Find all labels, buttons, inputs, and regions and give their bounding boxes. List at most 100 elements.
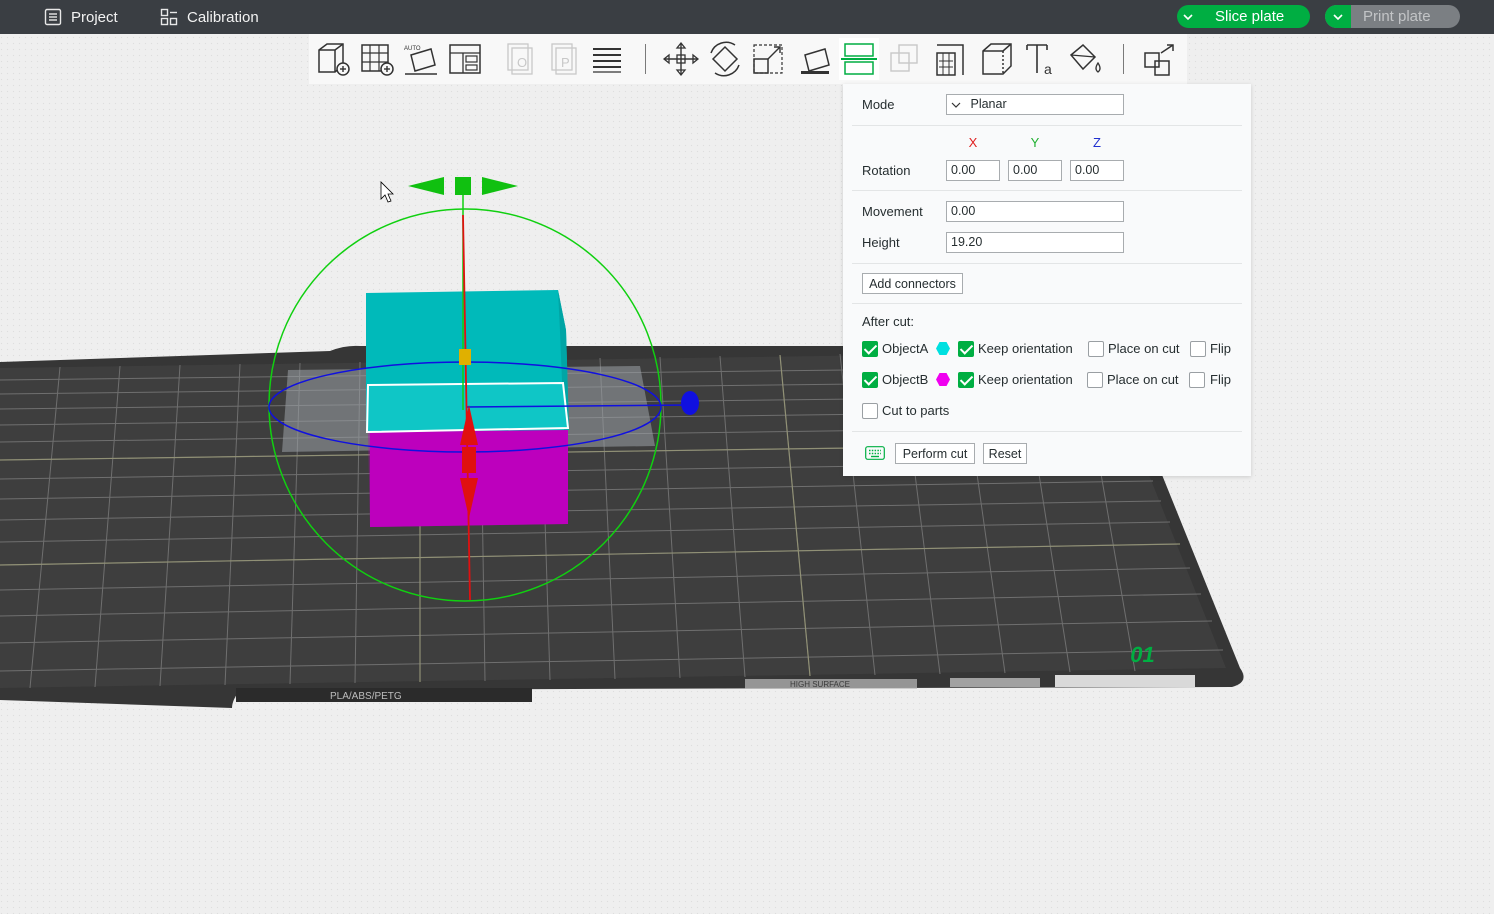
- mesh-boolean-tool[interactable]: [885, 38, 925, 80]
- flip-label: Flip: [1210, 341, 1231, 356]
- text-tool[interactable]: a: [1021, 38, 1061, 80]
- svg-text:AUTO: AUTO: [404, 46, 421, 52]
- axis-x-label: X: [968, 135, 978, 150]
- object-a-flip-checkbox[interactable]: [1190, 341, 1206, 357]
- height-field[interactable]: 19.20: [946, 232, 1124, 253]
- movement-label: Movement: [862, 204, 923, 219]
- paste-icon: O: [507, 43, 533, 75]
- object-b-keep-orientation-checkbox[interactable]: [958, 372, 974, 388]
- place-on-cut-label: Place on cut: [1107, 372, 1179, 387]
- assembly-tool[interactable]: [1139, 38, 1179, 80]
- cut-tool[interactable]: [839, 38, 879, 80]
- divider: [852, 263, 1242, 264]
- rotation-z-field[interactable]: 0.00: [1070, 160, 1124, 181]
- top-bar: Project Calibration Slice plate Print pl…: [0, 0, 1494, 34]
- layers-tool[interactable]: [587, 38, 627, 80]
- 3d-viewport[interactable]: PLA/ABS/PETG HIGH SURFACE 01: [0, 34, 1494, 914]
- svg-text:O: O: [517, 55, 527, 70]
- cut-to-parts-label: Cut to parts: [882, 403, 950, 418]
- object-a-color-icon: [936, 342, 950, 355]
- rotate-tool[interactable]: [705, 38, 745, 80]
- cut-icon: [841, 43, 877, 75]
- axis-z-label: Z: [1093, 135, 1101, 150]
- print-plate-button[interactable]: Print plate: [1325, 5, 1460, 28]
- svg-text:P: P: [561, 55, 570, 70]
- rotation-label: Rotation: [862, 163, 911, 178]
- chevron-down-icon: [951, 95, 967, 114]
- mode-select[interactable]: Planar: [946, 94, 1124, 115]
- object-a-keep-orientation-checkbox[interactable]: [958, 341, 974, 357]
- paint-bucket-icon: [1069, 43, 1101, 73]
- seam-icon: [982, 43, 1012, 75]
- object-a-label: ObjectA: [882, 341, 929, 356]
- add-cube-icon: [318, 43, 350, 76]
- paste-tool[interactable]: O: [499, 38, 539, 80]
- lay-on-face-icon: [801, 48, 830, 74]
- object-a-place-on-cut-checkbox[interactable]: [1088, 341, 1104, 357]
- boolean-icon: [890, 44, 918, 72]
- calibration-tab[interactable]: Calibration: [160, 0, 259, 34]
- slice-plate-label: Slice plate: [1215, 8, 1285, 25]
- height-label: Height: [862, 235, 900, 250]
- layout-tool[interactable]: [445, 38, 485, 80]
- plate-label-center: HIGH SURFACE: [790, 680, 850, 689]
- object-b-flip-checkbox[interactable]: [1189, 372, 1205, 388]
- divider: [852, 125, 1242, 126]
- toolbar-divider: [645, 44, 646, 74]
- project-icon: [44, 8, 62, 26]
- add-connectors-button[interactable]: Add connectors: [862, 273, 963, 294]
- cut-to-parts-checkbox[interactable]: [862, 403, 878, 419]
- calibration-icon: [160, 8, 178, 26]
- rotation-x-field[interactable]: 0.00: [946, 160, 1000, 181]
- mode-label: Mode: [862, 97, 895, 112]
- keep-orientation-label: Keep orientation: [978, 372, 1073, 387]
- object-a-checkbox[interactable]: [862, 341, 878, 357]
- slice-plate-button[interactable]: Slice plate: [1177, 5, 1310, 28]
- text-icon: a: [1026, 44, 1052, 77]
- project-label: Project: [71, 8, 118, 26]
- rotation-y-field[interactable]: 0.00: [1008, 160, 1062, 181]
- scene: PLA/ABS/PETG HIGH SURFACE 01: [0, 34, 1494, 914]
- paste-plate-tool[interactable]: P: [543, 38, 583, 80]
- plate-number: 01: [1128, 642, 1157, 667]
- layers-icon: [593, 48, 621, 73]
- chevron-down-icon[interactable]: [1177, 5, 1199, 28]
- object-b-place-on-cut-checkbox[interactable]: [1087, 372, 1103, 388]
- add-object-tool[interactable]: [313, 38, 353, 80]
- move-icon: [662, 41, 700, 77]
- arrange-tool[interactable]: [357, 38, 397, 80]
- assembly-icon: [1144, 44, 1174, 76]
- auto-orient-tool[interactable]: AUTO: [401, 38, 441, 80]
- rotate-icon: [710, 41, 740, 77]
- perform-cut-button[interactable]: Perform cut: [895, 443, 975, 464]
- project-tab[interactable]: Project: [44, 0, 118, 34]
- scale-tool[interactable]: [749, 38, 789, 80]
- place-on-cut-label: Place on cut: [1108, 341, 1180, 356]
- seam-paint-tool[interactable]: [977, 38, 1017, 80]
- flip-label: Flip: [1210, 372, 1231, 387]
- scale-icon: [753, 44, 783, 74]
- object-b-checkbox[interactable]: [862, 372, 878, 388]
- auto-orient-icon: AUTO: [404, 46, 437, 75]
- paste-plate-icon: P: [551, 43, 577, 75]
- axis-y-label: Y: [1030, 135, 1040, 150]
- keep-orientation-label: Keep orientation: [978, 341, 1073, 356]
- movement-field[interactable]: 0.00: [946, 201, 1124, 222]
- plate-label-left: PLA/ABS/PETG: [330, 691, 402, 702]
- object-b-color-icon: [936, 373, 950, 386]
- lay-on-face-tool[interactable]: [795, 38, 835, 80]
- chevron-down-icon[interactable]: [1325, 5, 1351, 28]
- layout-icon: [449, 44, 481, 74]
- after-cut-label: After cut:: [862, 314, 915, 329]
- cut-panel: Mode Planar X Y Z Rotation 0.00 0.00 0.0…: [843, 84, 1251, 476]
- reset-button[interactable]: Reset: [983, 443, 1027, 464]
- toolbar-divider: [1123, 44, 1124, 74]
- keyboard-icon[interactable]: [865, 446, 885, 463]
- calibration-label: Calibration: [187, 8, 259, 26]
- move-tool[interactable]: [661, 38, 701, 80]
- mode-value: Planar: [970, 97, 1007, 111]
- support-paint-tool[interactable]: [931, 38, 971, 80]
- paint-bucket-tool[interactable]: [1065, 38, 1105, 80]
- divider: [852, 190, 1242, 191]
- svg-text:a: a: [1044, 61, 1052, 77]
